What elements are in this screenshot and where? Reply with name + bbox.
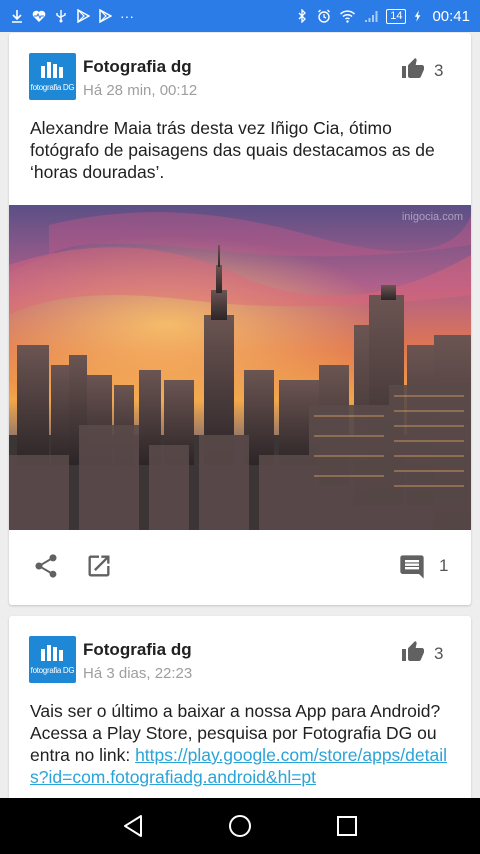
post-actions: 1 bbox=[9, 530, 471, 605]
page-logo[interactable]: fotografia DG bbox=[29, 53, 76, 100]
share-icon[interactable] bbox=[32, 552, 60, 580]
recents-icon bbox=[336, 816, 357, 836]
recents-button[interactable] bbox=[333, 812, 361, 840]
status-time: 00:41 bbox=[432, 7, 470, 25]
home-icon bbox=[228, 815, 251, 837]
back-icon bbox=[124, 815, 143, 837]
post-time: Há 3 dias, 22:23 bbox=[83, 665, 193, 682]
like-icon[interactable] bbox=[400, 640, 426, 664]
post-card[interactable]: fotografia DG Fotografia dg Há 3 dias, 2… bbox=[9, 616, 471, 816]
status-bar: ··· 14 00:41 bbox=[0, 0, 480, 32]
post-header: fotografia DG Fotografia dg Há 28 min, 0… bbox=[9, 33, 471, 103]
charging-icon bbox=[415, 10, 421, 22]
back-button[interactable] bbox=[119, 812, 147, 840]
usb-icon bbox=[56, 10, 66, 23]
more-notifications-icon: ··· bbox=[120, 8, 134, 24]
alarm-icon bbox=[318, 9, 331, 23]
heart-monitor-icon bbox=[32, 10, 46, 22]
post-time: Há 28 min, 00:12 bbox=[83, 82, 198, 99]
comment-icon[interactable] bbox=[398, 553, 426, 581]
signal-icon bbox=[365, 11, 378, 22]
wifi-icon bbox=[340, 10, 356, 23]
post-text: Vais ser o último a baixar a nossa App p… bbox=[30, 700, 447, 800]
like-count: 3 bbox=[434, 61, 444, 80]
bluetooth-icon bbox=[298, 9, 307, 23]
city-skyline-photo bbox=[9, 205, 471, 530]
page-logo[interactable]: fotografia DG bbox=[29, 636, 76, 683]
open-external-icon[interactable] bbox=[85, 552, 113, 580]
logo-bars-icon bbox=[41, 62, 63, 78]
battery-icon: 14 bbox=[386, 8, 407, 24]
home-button[interactable] bbox=[226, 812, 254, 840]
navigation-bar bbox=[0, 798, 480, 854]
logo-text: fotografia DG bbox=[30, 83, 75, 92]
like-count: 3 bbox=[434, 644, 444, 663]
post-card[interactable]: fotografia DG Fotografia dg Há 28 min, 0… bbox=[9, 33, 471, 605]
page-name[interactable]: Fotografia dg bbox=[83, 640, 192, 660]
comment-count: 1 bbox=[439, 556, 449, 575]
post-header: fotografia DG Fotografia dg Há 3 dias, 2… bbox=[9, 616, 471, 686]
play-store-icon bbox=[99, 9, 112, 23]
photo-watermark: inigocia.com bbox=[401, 211, 463, 223]
page-name[interactable]: Fotografia dg bbox=[83, 57, 192, 77]
play-store-icon bbox=[77, 9, 90, 23]
logo-bars-icon bbox=[41, 645, 63, 661]
download-icon bbox=[12, 10, 22, 23]
post-text: Alexandre Maia trás desta vez Iñigo Cia,… bbox=[30, 118, 435, 182]
like-icon[interactable] bbox=[400, 57, 426, 81]
post-image[interactable]: inigocia.com bbox=[9, 205, 471, 530]
logo-text: fotografia DG bbox=[30, 666, 75, 675]
